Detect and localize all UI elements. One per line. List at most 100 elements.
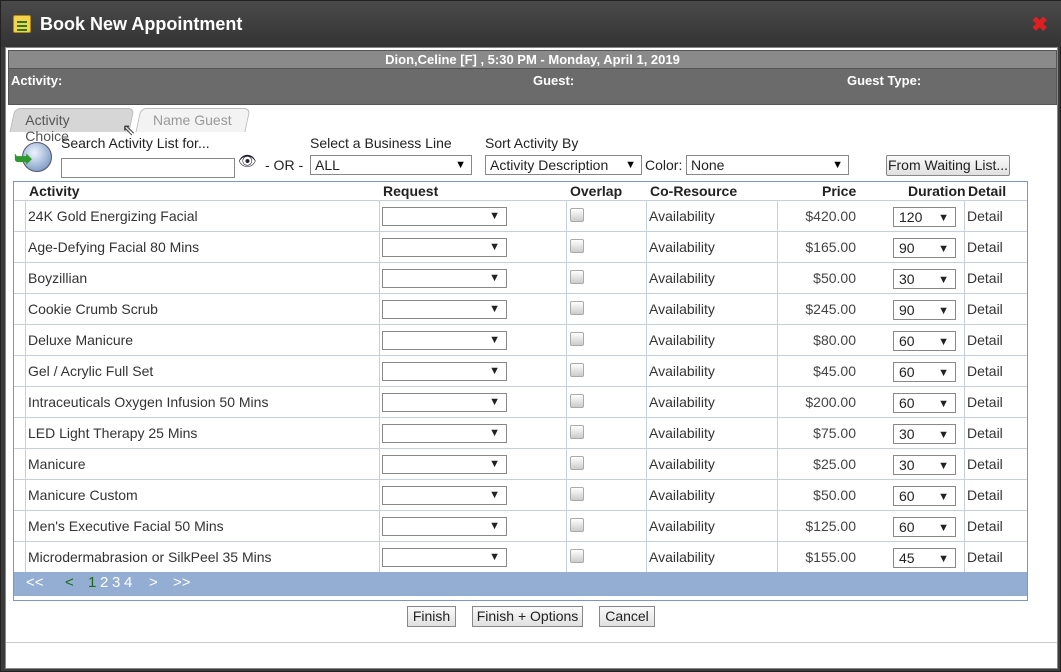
duration-select[interactable]: 30 ▼	[893, 269, 956, 289]
table-row[interactable]: Boyzillian ▼ Availability $50.00 30 ▼ Detail	[14, 262, 1027, 293]
search-input[interactable]	[61, 158, 235, 178]
duration-select[interactable]: 60 ▼	[893, 393, 956, 413]
overlap-checkbox[interactable]	[570, 456, 584, 470]
co-resource-link[interactable]: Availability	[649, 301, 715, 317]
sort-select[interactable]: Activity Description ▼	[485, 155, 642, 175]
detail-link[interactable]: Detail	[967, 425, 1003, 441]
detail-link[interactable]: Detail	[967, 208, 1003, 224]
table-row[interactable]: Manicure Custom ▼ Availability $50.00 60 ▼ Det…	[14, 479, 1027, 510]
co-resource-link[interactable]: Availability	[649, 270, 715, 286]
pager-first[interactable]: <<	[26, 574, 44, 591]
activity-name[interactable]: Manicure Custom	[28, 487, 138, 503]
detail-link[interactable]: Detail	[967, 487, 1003, 503]
overlap-checkbox[interactable]	[570, 208, 584, 222]
activity-name[interactable]: Gel / Acrylic Full Set	[28, 363, 153, 379]
detail-link[interactable]: Detail	[967, 518, 1003, 534]
request-select[interactable]: ▼	[382, 331, 507, 350]
duration-select[interactable]: 30 ▼	[893, 455, 956, 475]
duration-select[interactable]: 45 ▼	[893, 548, 956, 568]
table-row[interactable]: Men's Executive Facial 50 Mins ▼ Availabil…	[14, 510, 1027, 541]
co-resource-link[interactable]: Availability	[649, 487, 715, 503]
activity-name[interactable]: Men's Executive Facial 50 Mins	[28, 518, 224, 534]
detail-link[interactable]: Detail	[967, 549, 1003, 565]
duration-select[interactable]: 60 ▼	[893, 362, 956, 382]
duration-select[interactable]: 90 ▼	[893, 238, 956, 258]
co-resource-link[interactable]: Availability	[649, 518, 715, 534]
color-select[interactable]: None ▼	[686, 155, 849, 175]
activity-name[interactable]: 24K Gold Energizing Facial	[28, 208, 198, 224]
overlap-checkbox[interactable]	[570, 487, 584, 501]
request-select[interactable]: ▼	[382, 238, 507, 257]
activity-name[interactable]: Age-Defying Facial 80 Mins	[28, 239, 199, 255]
co-resource-link[interactable]: Availability	[649, 456, 715, 472]
close-icon[interactable]: ✖	[1031, 15, 1048, 35]
tab-name-guest[interactable]: Name Guest	[135, 108, 251, 132]
request-select[interactable]: ▼	[382, 424, 507, 443]
request-select[interactable]: ▼	[382, 362, 507, 381]
business-line-select[interactable]: ALL ▼	[310, 155, 472, 175]
activity-name[interactable]: Intraceuticals Oxygen Infusion 50 Mins	[28, 394, 268, 410]
duration-select[interactable]: 120 ▼	[893, 207, 956, 227]
globe-search-icon[interactable]: ➥	[14, 140, 54, 176]
detail-link[interactable]: Detail	[967, 270, 1003, 286]
pager-page-4[interactable]: 4	[124, 574, 132, 591]
detail-link[interactable]: Detail	[967, 301, 1003, 317]
duration-select[interactable]: 60 ▼	[893, 486, 956, 506]
table-row[interactable]: Deluxe Manicure ▼ Availability $80.00 60 ▼ Det…	[14, 324, 1027, 355]
detail-link[interactable]: Detail	[967, 394, 1003, 410]
binoculars-icon[interactable]: 👁	[238, 152, 257, 170]
table-row[interactable]: Intraceuticals Oxygen Infusion 50 Mins ▼ A…	[14, 386, 1027, 417]
activity-name[interactable]: Cookie Crumb Scrub	[28, 301, 158, 317]
pager-prev[interactable]: <	[65, 574, 74, 591]
overlap-checkbox[interactable]	[570, 270, 584, 284]
overlap-checkbox[interactable]	[570, 301, 584, 315]
co-resource-link[interactable]: Availability	[649, 239, 715, 255]
request-select[interactable]: ▼	[382, 455, 507, 474]
co-resource-link[interactable]: Availability	[649, 363, 715, 379]
table-row[interactable]: Age-Defying Facial 80 Mins ▼ Availability $…	[14, 231, 1027, 262]
request-select[interactable]: ▼	[382, 269, 507, 288]
pager-page-3[interactable]: 3	[112, 574, 120, 591]
table-row[interactable]: Cookie Crumb Scrub ▼ Availability $245.00 90…	[14, 293, 1027, 324]
activity-name[interactable]: Microdermabrasion or SilkPeel 35 Mins	[28, 549, 272, 565]
overlap-checkbox[interactable]	[570, 363, 584, 377]
finish-options-button[interactable]: Finish + Options	[472, 606, 583, 627]
request-select[interactable]: ▼	[382, 393, 507, 412]
table-row[interactable]: Manicure ▼ Availability $25.00 30 ▼ Detail	[14, 448, 1027, 479]
overlap-checkbox[interactable]	[570, 549, 584, 563]
duration-select[interactable]: 60 ▼	[893, 517, 956, 537]
overlap-checkbox[interactable]	[570, 239, 584, 253]
table-row[interactable]: 24K Gold Energizing Facial ▼ Availability $…	[14, 200, 1027, 231]
activity-name[interactable]: Deluxe Manicure	[28, 332, 133, 348]
detail-link[interactable]: Detail	[967, 332, 1003, 348]
activity-name[interactable]: Manicure	[28, 456, 86, 472]
overlap-checkbox[interactable]	[570, 425, 584, 439]
activity-name[interactable]: Boyzillian	[28, 270, 87, 286]
pager-last[interactable]: >>	[173, 574, 191, 591]
tab-activity-choice[interactable]: Activity Choice	[9, 108, 135, 144]
pager-next[interactable]: >	[149, 574, 158, 591]
table-row[interactable]: LED Light Therapy 25 Mins ▼ Availability $7…	[14, 417, 1027, 448]
table-row[interactable]: Microdermabrasion or SilkPeel 35 Mins ▼ Av…	[14, 541, 1027, 572]
duration-select[interactable]: 90 ▼	[893, 300, 956, 320]
co-resource-link[interactable]: Availability	[649, 332, 715, 348]
pager-page-2[interactable]: 2	[100, 574, 108, 591]
activity-name[interactable]: LED Light Therapy 25 Mins	[28, 425, 197, 441]
from-waiting-list-button[interactable]: From Waiting List...	[886, 155, 1010, 176]
request-select[interactable]: ▼	[382, 517, 507, 536]
detail-link[interactable]: Detail	[967, 363, 1003, 379]
request-select[interactable]: ▼	[382, 207, 507, 226]
co-resource-link[interactable]: Availability	[649, 549, 715, 565]
overlap-checkbox[interactable]	[570, 518, 584, 532]
request-select[interactable]: ▼	[382, 300, 507, 319]
cancel-button[interactable]: Cancel	[599, 606, 655, 627]
request-select[interactable]: ▼	[382, 486, 507, 505]
overlap-checkbox[interactable]	[570, 332, 584, 346]
table-row[interactable]: Gel / Acrylic Full Set ▼ Availability $45.0…	[14, 355, 1027, 386]
finish-button[interactable]: Finish	[407, 606, 456, 627]
detail-link[interactable]: Detail	[967, 456, 1003, 472]
request-select[interactable]: ▼	[382, 548, 507, 567]
duration-select[interactable]: 30 ▼	[893, 424, 956, 444]
co-resource-link[interactable]: Availability	[649, 394, 715, 410]
co-resource-link[interactable]: Availability	[649, 425, 715, 441]
